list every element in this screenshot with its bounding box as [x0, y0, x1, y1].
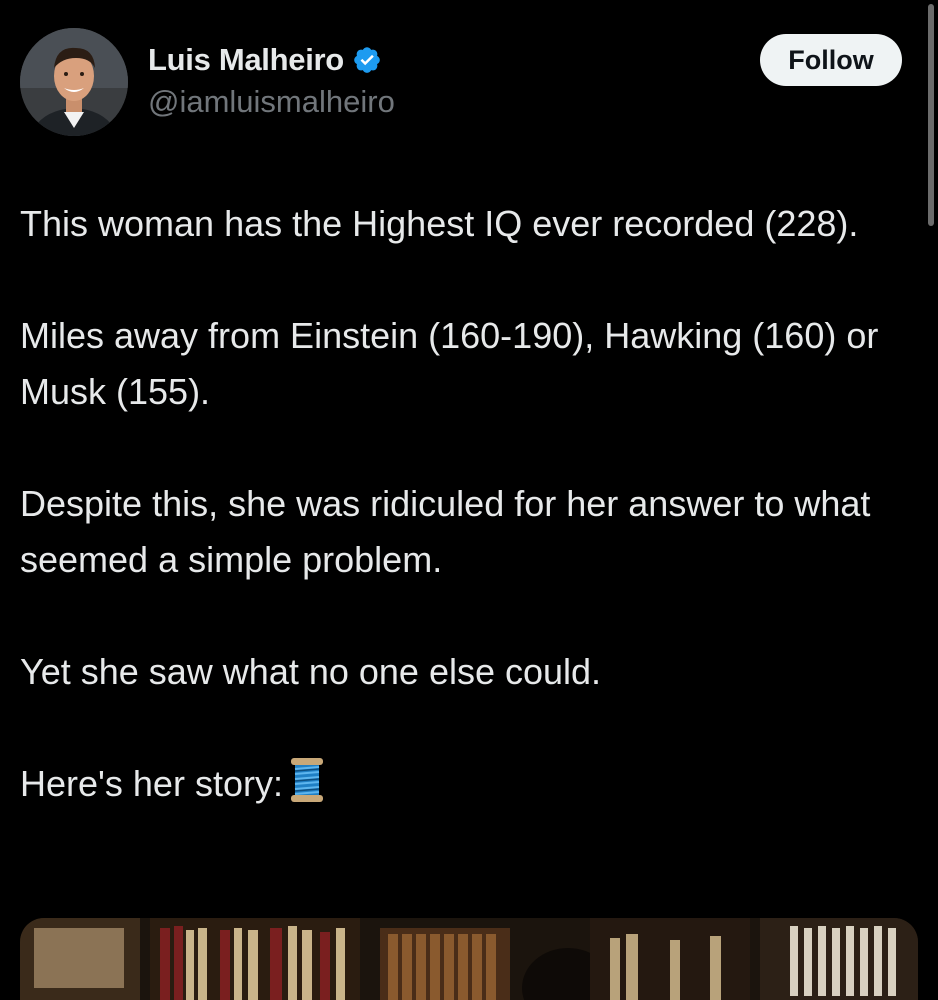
author-handle[interactable]: @iamluismalheiro [148, 84, 395, 120]
tweet-text: This woman has the Highest IQ ever recor… [20, 196, 920, 812]
tweet-paragraph-last: Here's her story: [20, 756, 920, 812]
tweet-paragraph: Miles away from Einstein (160-190), Hawk… [20, 315, 879, 412]
tweet-paragraph: Here's her story: [20, 763, 283, 804]
verified-badge-icon[interactable] [352, 45, 382, 75]
scrollbar[interactable] [928, 4, 934, 226]
author-display-name[interactable]: Luis Malheiro [148, 42, 344, 78]
follow-button[interactable]: Follow [760, 34, 902, 86]
thread-spool-icon [289, 756, 325, 804]
tweet-paragraph: Despite this, she was ridiculed for her … [20, 483, 871, 580]
author-names: Luis Malheiro @iamluismalheiro [148, 40, 395, 120]
tweet-media-image[interactable] [20, 918, 918, 1000]
tweet-paragraph: This woman has the Highest IQ ever recor… [20, 203, 859, 244]
display-name-row: Luis Malheiro [148, 40, 395, 80]
tweet-header: Luis Malheiro @iamluismalheiro Follow [20, 28, 902, 138]
tweet-paragraph: Yet she saw what no one else could. [20, 651, 602, 692]
avatar[interactable] [20, 28, 128, 136]
